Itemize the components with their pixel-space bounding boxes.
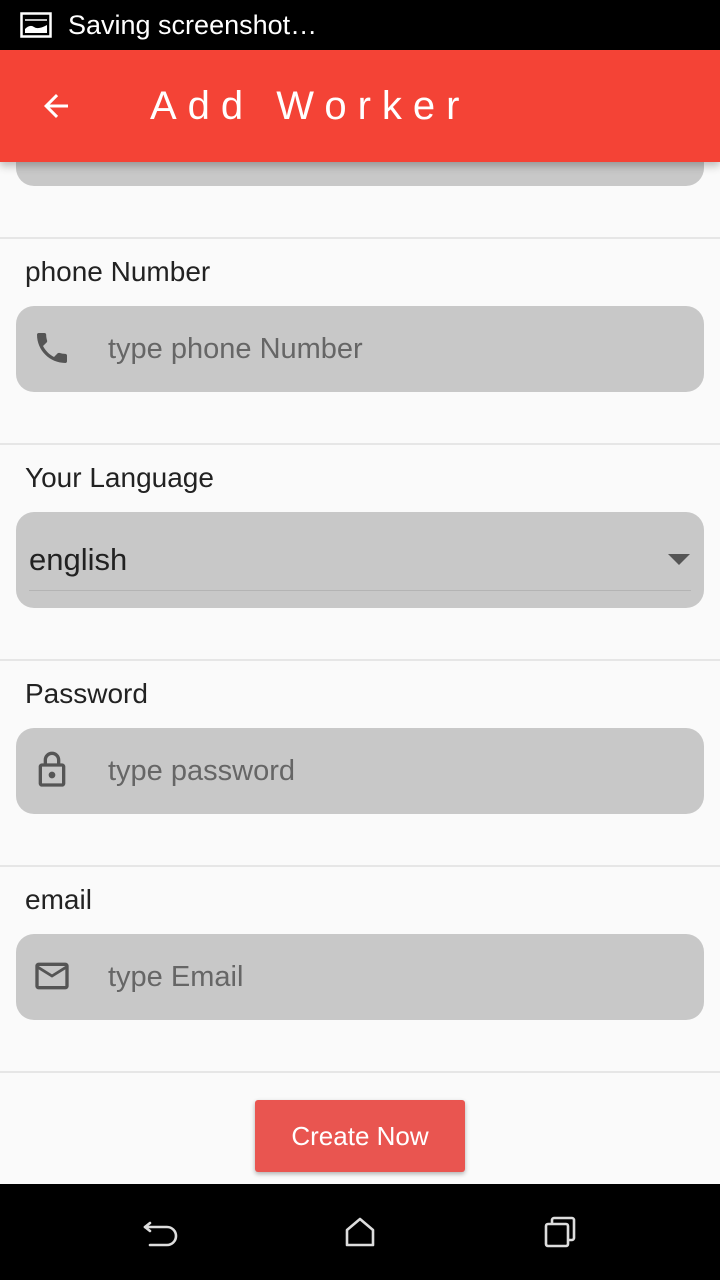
status-text: Saving screenshot… bbox=[68, 10, 318, 40]
nav-recents-icon[interactable] bbox=[536, 1208, 584, 1256]
password-label: Password bbox=[25, 678, 148, 709]
phone-input[interactable] bbox=[108, 306, 688, 392]
email-field[interactable] bbox=[16, 934, 704, 1020]
mail-icon bbox=[35, 962, 69, 990]
language-value: english bbox=[29, 542, 128, 577]
divider bbox=[0, 1071, 720, 1073]
app-bar: Add Worker bbox=[0, 50, 720, 162]
arrow-back-icon bbox=[44, 94, 68, 118]
select-underline bbox=[29, 590, 691, 591]
email-label: email bbox=[25, 884, 92, 915]
form-container[interactable]: phone Number Your Language english Passw… bbox=[0, 162, 720, 1184]
email-input[interactable] bbox=[108, 934, 688, 1020]
nav-back-icon[interactable] bbox=[136, 1208, 184, 1256]
divider bbox=[0, 865, 720, 867]
page-title: Add Worker bbox=[150, 84, 471, 128]
phone-label: phone Number bbox=[25, 256, 211, 287]
language-label: Your Language bbox=[25, 462, 214, 493]
divider bbox=[0, 443, 720, 445]
password-field[interactable] bbox=[16, 728, 704, 814]
status-bar: Saving screenshot… bbox=[0, 0, 720, 50]
phone-icon bbox=[37, 333, 67, 363]
language-select[interactable]: english bbox=[16, 512, 704, 608]
phone-field[interactable] bbox=[16, 306, 704, 392]
divider bbox=[0, 237, 720, 239]
screenshot-icon bbox=[20, 12, 52, 38]
lock-icon bbox=[38, 751, 66, 787]
navigation-bar bbox=[0, 1184, 720, 1280]
divider bbox=[0, 659, 720, 661]
dropdown-arrow-icon bbox=[668, 554, 690, 565]
back-button[interactable] bbox=[28, 78, 84, 134]
create-now-button[interactable]: Create Now bbox=[255, 1100, 465, 1172]
nav-home-icon[interactable] bbox=[336, 1208, 384, 1256]
password-input[interactable] bbox=[108, 728, 688, 814]
partial-field[interactable] bbox=[16, 162, 704, 186]
